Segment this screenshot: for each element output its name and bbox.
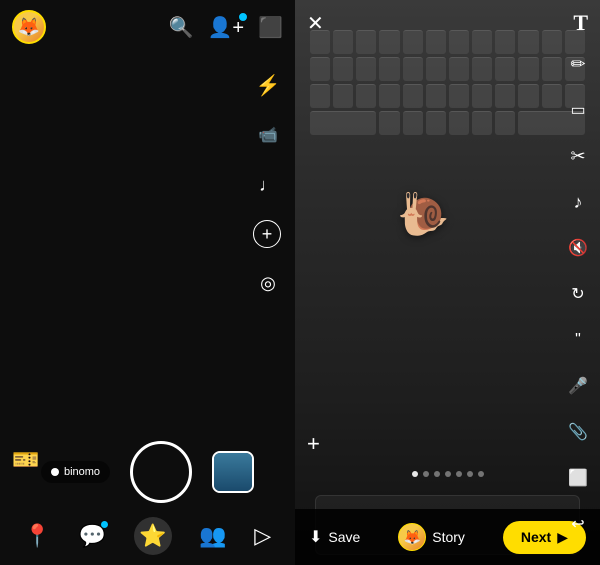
dot-6 [467,471,473,477]
key [449,84,469,108]
snail-sticker[interactable]: 🐌 [397,190,449,239]
key-shift [310,111,376,135]
key [449,57,469,81]
key [426,111,446,135]
key [518,57,538,81]
key [356,84,376,108]
next-label: Next [521,529,551,545]
mute-icon[interactable]: 🔇 [564,234,592,262]
save-label: Save [328,529,360,545]
mic-icon[interactable]: 🎤 [564,372,592,400]
right-panel: ✕ T ✏ ▭ ✂ ♪ 🔇 ↻ " 🎤 📎 ⬜ ↩ [295,0,600,565]
key [426,84,446,108]
close-button[interactable]: ✕ [307,11,324,36]
crop-icon[interactable]: ⬜ [564,464,592,492]
search-icon[interactable]: 🔍 [169,15,194,40]
key [472,84,492,108]
right-plus-button[interactable]: + [307,431,320,457]
dot-7 [478,471,484,477]
key [379,84,399,108]
music-icon[interactable]: ♩ [253,170,283,200]
left-panel: 🦊 🔍 👤+ ⬛ ⚡ 📹 ♩ + ◎ 🎫 binomo [0,0,295,565]
key [542,57,562,81]
dot-1 [412,471,418,477]
add-friend-badge [238,12,248,22]
timer-icon[interactable]: ↻ [564,280,592,308]
chat-badge [100,520,109,529]
focus-icon[interactable]: ◎ [253,268,283,298]
key [403,111,423,135]
key [403,57,423,81]
key [379,57,399,81]
key [333,57,353,81]
left-bottom-bar: binomo 📍 💬 ⭐ 👥 ▷ [0,475,295,565]
left-side-toolbar: ⚡ 📹 ♩ + ◎ [253,70,283,298]
plus-icon[interactable]: + [253,220,281,248]
key [310,84,330,108]
filter-label-text: binomo [64,466,100,478]
key [542,84,562,108]
video-mode-icon[interactable]: 📹 [253,120,283,150]
story-button[interactable]: 🦊 Story [398,523,465,551]
dot-3 [434,471,440,477]
key [403,84,423,108]
nav-camera-icon[interactable]: ⭐ [134,517,172,555]
quote-icon[interactable]: " [564,326,592,354]
avatar-emoji: 🦊 [18,18,40,36]
pagination-dots [412,471,484,477]
capture-row: binomo [0,441,295,503]
nav-chat-icon[interactable]: 💬 [79,523,106,549]
dot-5 [456,471,462,477]
left-top-bar: 🦊 🔍 👤+ ⬛ [0,0,295,54]
scissors-icon[interactable]: ✂ [564,142,592,170]
thumbnail-image [214,453,252,491]
avatar[interactable]: 🦊 [12,10,46,44]
key [495,57,515,81]
add-friend-button[interactable]: 👤+ [208,15,245,40]
key [449,111,469,135]
key [356,57,376,81]
right-side-toolbar: ✏ ▭ ✂ ♪ 🔇 ↻ " 🎤 📎 ⬜ ↩ [564,50,592,538]
pencil-icon[interactable]: ✏ [564,50,592,78]
save-icon: ⬇ [309,527,322,547]
key [495,84,515,108]
key [379,111,399,135]
capture-button[interactable] [130,441,192,503]
story-avatar: 🦊 [398,523,426,551]
flash-icon[interactable]: ⚡ [253,70,283,100]
nav-location-icon[interactable]: 📍 [24,523,51,549]
bottom-nav: 📍 💬 ⭐ 👥 ▷ [0,517,295,555]
bitmoji-icon[interactable]: ⬛ [258,15,283,40]
save-button[interactable]: ⬇ Save [309,527,360,547]
attach-icon[interactable]: 📎 [564,418,592,446]
filter-label-button[interactable]: binomo [41,461,110,483]
recent-thumbnail[interactable] [212,451,254,493]
plus-label: + [262,224,273,245]
filter-dot [51,468,59,476]
music-tool-icon[interactable]: ♪ [564,188,592,216]
dot-2 [423,471,429,477]
dot-4 [445,471,451,477]
right-top-bar: ✕ T [295,0,600,46]
key [333,84,353,108]
story-label: Story [432,529,465,545]
text-tool-button[interactable]: T [573,10,588,36]
key [495,111,515,135]
story-image-area: 🐌 [295,0,600,565]
key [426,57,446,81]
key [310,57,330,81]
key [518,84,538,108]
nav-friends-icon[interactable]: 👥 [199,523,226,549]
nav-send-icon[interactable]: ▷ [254,523,271,549]
undo-icon[interactable]: ↩ [564,510,592,538]
key [472,57,492,81]
right-bottom-bar: ⬇ Save 🦊 Story Next ▶ [295,509,600,565]
sticker-tool-icon[interactable]: ▭ [564,96,592,124]
top-right-icons: 🔍 👤+ ⬛ [169,15,283,40]
key [472,111,492,135]
